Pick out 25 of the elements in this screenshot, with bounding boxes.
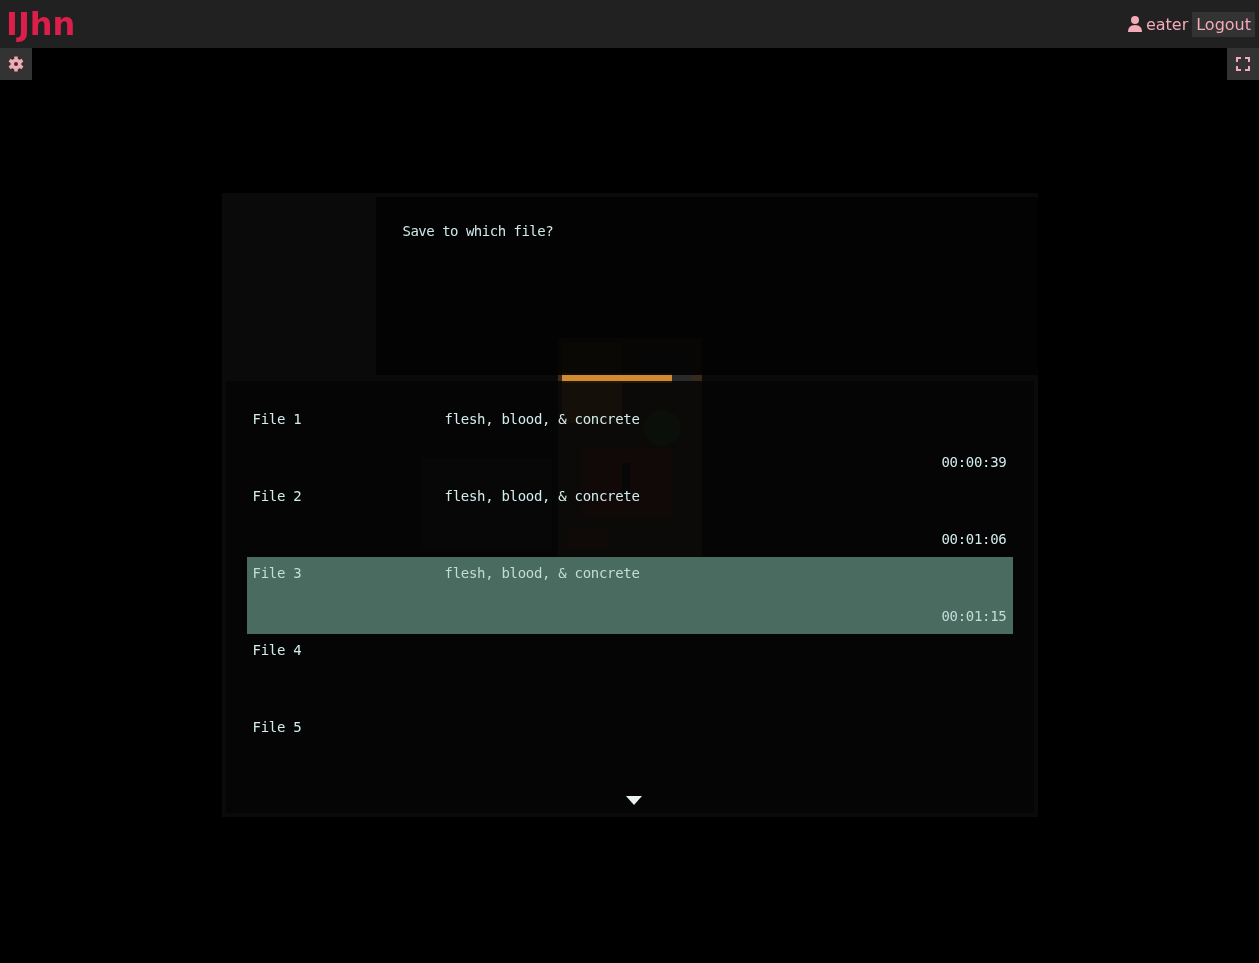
logout-button[interactable]: Logout <box>1192 11 1255 37</box>
slot-label: File 5 <box>252 719 303 737</box>
scroll-down-icon[interactable] <box>625 796 642 805</box>
save-slot[interactable]: File 5 <box>246 711 1013 788</box>
user-icon <box>1127 16 1142 32</box>
settings-icon <box>8 56 24 72</box>
slot-label: File 1 <box>252 411 303 429</box>
settings-button[interactable] <box>0 48 32 80</box>
slot-label: File 4 <box>252 642 303 660</box>
fullscreen-icon <box>1236 57 1250 71</box>
slot-label: File 3 <box>252 565 303 583</box>
slot-time: 00:00:39 <box>940 454 1007 470</box>
save-slot[interactable]: File 4 <box>246 634 1013 711</box>
slot-time: 00:01:06 <box>940 531 1007 547</box>
slot-title: flesh, blood, & concrete <box>444 565 641 583</box>
slot-time: 00:01:15 <box>940 608 1007 624</box>
save-slot[interactable]: File 3 flesh, blood, & concrete 00:01:15 <box>246 557 1013 634</box>
fullscreen-button[interactable] <box>1227 48 1259 80</box>
slot-title: flesh, blood, & concrete <box>444 411 641 429</box>
message-text: Save to which file? <box>402 223 554 239</box>
slot-label: File 2 <box>252 488 303 506</box>
logo: IJhn <box>6 5 76 43</box>
save-slot[interactable]: File 2 flesh, blood, & concrete 00:01:06 <box>246 480 1013 557</box>
username: eater <box>1145 14 1189 34</box>
slot-title: flesh, blood, & concrete <box>444 488 641 506</box>
